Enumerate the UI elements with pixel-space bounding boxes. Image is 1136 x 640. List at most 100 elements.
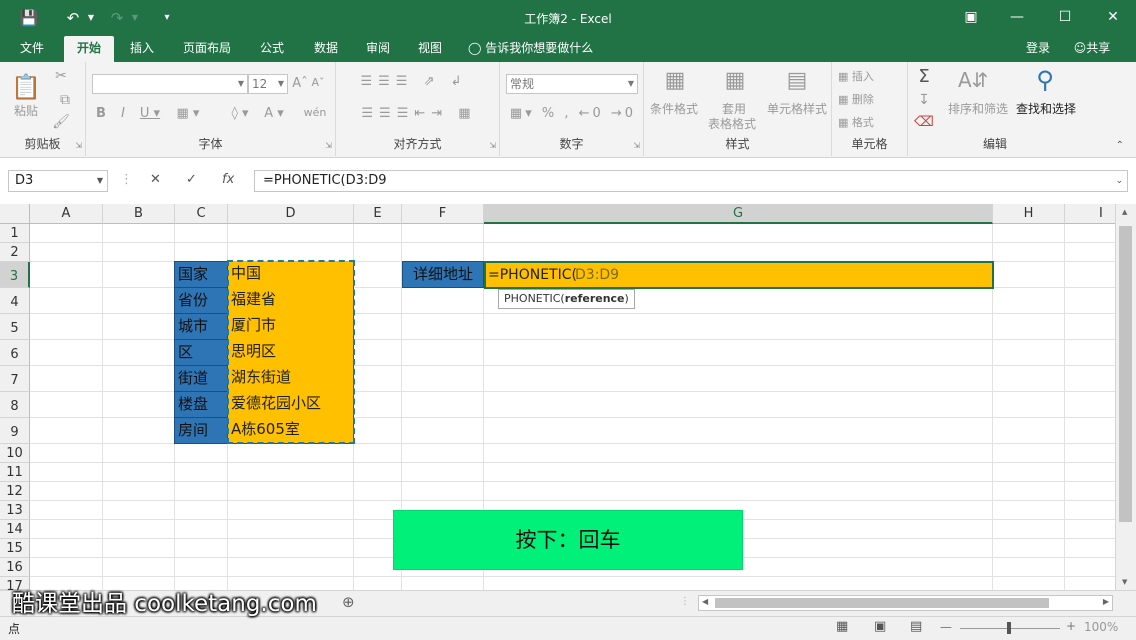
tab-home[interactable]: 开始 (64, 36, 114, 62)
add-sheet-icon[interactable]: ⊕ (342, 593, 355, 611)
cell-d8[interactable]: 爱德花园小区 (228, 391, 354, 418)
row-header-14[interactable]: 14 (0, 520, 30, 539)
conditional-format-icon[interactable]: ▦ (658, 68, 692, 93)
fill-icon[interactable]: ↧ (914, 92, 934, 108)
cell-g3-editing[interactable]: =PHONETIC( D3:D9 (484, 261, 994, 289)
row-header-9[interactable]: 9 (0, 418, 30, 444)
cell-styles-label[interactable]: 单元格样式 (764, 102, 830, 117)
row-header-13[interactable]: 13 (0, 501, 30, 520)
format-as-table-icon[interactable]: ▦ (718, 68, 752, 93)
page-layout-view-icon[interactable]: ▣ (874, 619, 886, 634)
row-header-7[interactable]: 7 (0, 366, 30, 392)
column-header-d[interactable]: D (228, 204, 354, 224)
horizontal-align-icons[interactable]: ☰☰☰⇤⇥ ▦ (344, 106, 494, 121)
row-header-10[interactable]: 10 (0, 444, 30, 463)
border-icon[interactable]: ▦ ▾ (174, 106, 202, 121)
alignment-launcher-icon[interactable]: ⇲ (489, 141, 496, 150)
column-header-b[interactable]: B (103, 204, 175, 224)
undo-icon[interactable]: ↶ (62, 8, 84, 28)
font-color-icon[interactable]: A ▾ (260, 106, 288, 121)
format-as-table-label-2[interactable]: 表格格式 (700, 117, 764, 132)
cell-styles-icon[interactable]: ▤ (780, 68, 814, 93)
cell-c4[interactable]: 省份 (174, 287, 228, 314)
column-header-a[interactable]: A (30, 204, 103, 224)
bold-icon[interactable]: B (94, 106, 108, 121)
row-header-8[interactable]: 8 (0, 392, 30, 418)
row-header-16[interactable]: 16 (0, 558, 30, 577)
collapse-ribbon-icon[interactable]: ⌃ (1116, 140, 1124, 151)
sort-filter-label[interactable]: 排序和筛选 (944, 102, 1012, 117)
zoom-slider-handle[interactable] (1007, 622, 1011, 634)
vertical-align-icons[interactable]: ☰☰☰ ⇗ ↲ (344, 74, 484, 89)
horizontal-scroll-thumb[interactable] (715, 598, 1049, 608)
column-header-f[interactable]: F (402, 204, 484, 224)
save-icon[interactable]: 💾 (18, 8, 40, 28)
row-header-4[interactable]: 4 (0, 288, 30, 314)
paste-icon[interactable]: 📋 (8, 72, 44, 102)
cell-d4[interactable]: 福建省 (228, 287, 354, 314)
find-select-label[interactable]: 查找和选择 (1012, 102, 1080, 117)
autosum-icon[interactable]: Σ (914, 66, 934, 87)
number-format-dropdown[interactable]: 常规 ▼ (506, 74, 638, 94)
scroll-down-icon[interactable]: ▼ (1122, 578, 1127, 586)
column-header-c[interactable]: C (175, 204, 228, 224)
vertical-scroll-thumb[interactable] (1119, 226, 1132, 522)
clear-icon[interactable]: ⌫ (914, 114, 934, 130)
confirm-entry-icon[interactable]: ✓ (186, 172, 197, 187)
cell-d9[interactable]: A栋605室 (228, 417, 354, 444)
cell-c5[interactable]: 城市 (174, 313, 228, 340)
column-header-i[interactable]: I (1065, 204, 1115, 224)
copy-icon[interactable]: ⧉ (50, 92, 80, 108)
search-icon[interactable]: ⚲ (1028, 66, 1062, 94)
number-launcher-icon[interactable]: ⇲ (633, 141, 640, 150)
cell-c9[interactable]: 房间 (174, 417, 228, 444)
font-name-dropdown[interactable]: ▼ (92, 74, 248, 94)
cell-d3[interactable]: 中国 (228, 261, 354, 288)
function-tooltip[interactable]: PHONETIC(reference) (498, 289, 635, 309)
scroll-right-icon[interactable]: ▶ (1103, 597, 1109, 606)
cell-c8[interactable]: 楼盘 (174, 391, 228, 418)
tab-formulas[interactable]: 公式 (252, 36, 292, 62)
font-launcher-icon[interactable]: ⇲ (325, 141, 332, 150)
cell-c6[interactable]: 区 (174, 339, 228, 366)
column-header-h[interactable]: H (993, 204, 1065, 224)
formula-input[interactable]: =PHONETIC(D3:D9 ⌄ (254, 170, 1128, 192)
phonetic-guide-icon[interactable]: wén (300, 106, 330, 119)
row-header-11[interactable]: 11 (0, 463, 30, 482)
cell-d7[interactable]: 湖东街道 (228, 365, 354, 392)
tab-data[interactable]: 数据 (306, 36, 346, 62)
number-format-icons[interactable]: ▦▾ % , ←0 →0 (508, 106, 638, 121)
row-header-2[interactable]: 2 (0, 243, 30, 262)
scroll-up-icon[interactable]: ▲ (1122, 208, 1127, 216)
conditional-format-label[interactable]: 条件格式 (646, 102, 702, 117)
name-box[interactable]: D3 ▼ (8, 170, 108, 192)
customize-qat-icon[interactable]: ▾ (160, 8, 174, 28)
sort-filter-icon[interactable]: A⇵ (958, 68, 988, 92)
cell-f3[interactable]: 详细地址 (402, 261, 484, 288)
cell-d6[interactable]: 思明区 (228, 339, 354, 366)
italic-icon[interactable]: I (116, 106, 130, 121)
page-break-view-icon[interactable]: ▤ (910, 619, 922, 634)
minimize-button[interactable]: — (994, 0, 1040, 34)
row-header-3[interactable]: 3 (0, 262, 30, 288)
tab-page-layout[interactable]: 页面布局 (174, 36, 240, 62)
row-header-1[interactable]: 1 (0, 224, 30, 243)
cancel-entry-icon[interactable]: ✕ (150, 172, 161, 187)
select-all-corner[interactable] (0, 204, 30, 224)
scroll-left-icon[interactable]: ◀ (702, 597, 708, 606)
cut-icon[interactable]: ✂ (50, 68, 72, 84)
expand-formula-icon[interactable]: ⌄ (1115, 171, 1123, 191)
close-button[interactable]: ✕ (1090, 0, 1136, 34)
row-header-6[interactable]: 6 (0, 340, 30, 366)
row-header-12[interactable]: 12 (0, 482, 30, 501)
tab-file[interactable]: 文件 (12, 36, 52, 62)
tooltip-argument[interactable]: reference (565, 292, 625, 305)
share-button[interactable]: ☺共享 (1064, 36, 1120, 62)
ribbon-display-icon[interactable]: ▣ (948, 0, 994, 34)
grow-font-icon[interactable]: Aˆ (292, 76, 308, 91)
insert-cells-button[interactable]: ▦ 插入 (838, 68, 898, 84)
format-painter-icon[interactable]: 🖌 (50, 114, 72, 130)
format-cells-button[interactable]: ▦ 格式 (838, 114, 898, 130)
column-header-g[interactable]: G (484, 204, 993, 224)
delete-cells-button[interactable]: ▦ 删除 (838, 91, 898, 107)
